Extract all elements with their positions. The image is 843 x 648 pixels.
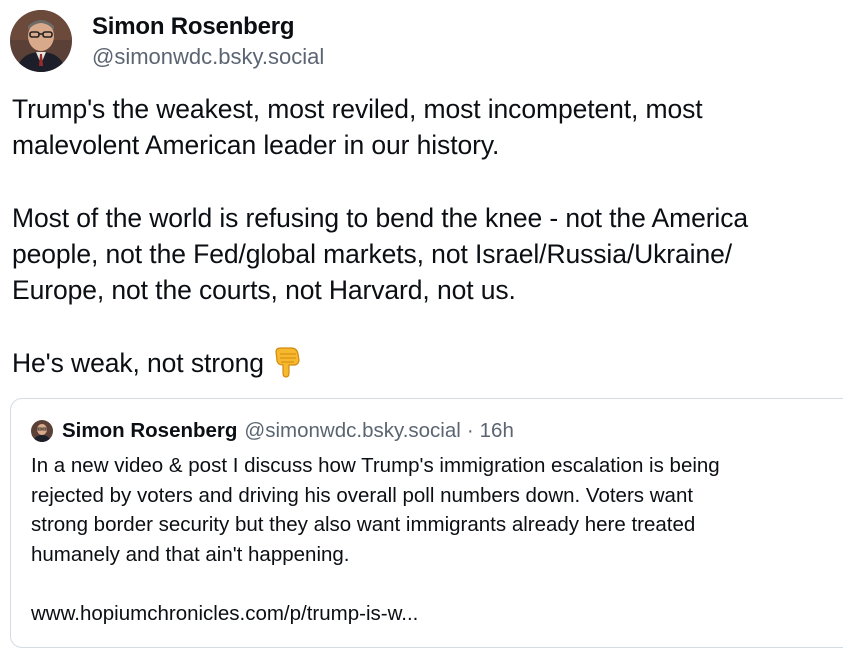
author-handle[interactable]: @simonwdc.bsky.social	[92, 43, 324, 71]
author-names: Simon Rosenberg @simonwdc.bsky.social	[92, 12, 324, 71]
post-header: Simon Rosenberg @simonwdc.bsky.social	[10, 10, 324, 72]
quoted-avatar[interactable]	[31, 420, 53, 442]
quoted-line: In a new video & post I discuss how Trum…	[31, 454, 720, 477]
post-line: malevolent American leader in our histor…	[12, 130, 500, 160]
post: Simon Rosenberg @simonwdc.bsky.social Tr…	[0, 0, 843, 648]
post-line: Most of the world is refusing to bend th…	[12, 203, 749, 233]
quoted-post[interactable]: Simon Rosenberg @simonwdc.bsky.social · …	[10, 398, 843, 648]
quoted-timestamp[interactable]: 16h	[480, 419, 514, 443]
quoted-line: rejected by voters and driving his overa…	[31, 483, 694, 507]
author-display-name[interactable]: Simon Rosenberg	[92, 12, 324, 42]
post-text: Trump's the weakest, most reviled, most …	[12, 91, 843, 387]
pointing-down-emoji-icon	[272, 346, 302, 387]
post-line: Trump's the weakest, most reviled, most …	[12, 94, 703, 124]
quoted-post-text: In a new video & post I discuss how Trum…	[31, 451, 843, 629]
post-line: people, not the Fed/global markets, not …	[12, 239, 732, 269]
quoted-display-name[interactable]: Simon Rosenberg	[62, 419, 237, 443]
quoted-handle[interactable]: @simonwdc.bsky.social	[244, 419, 460, 443]
quoted-line: strong border security but they also wan…	[31, 513, 696, 536]
post-line-last: He's weak, not strong	[12, 345, 843, 387]
avatar[interactable]	[10, 10, 72, 72]
quoted-link[interactable]: www.hopiumchronicles.com/p/trump-is-w...	[31, 599, 843, 629]
separator-dot: ·	[466, 419, 474, 442]
quoted-line: humanely and that ain't happening.	[31, 542, 350, 566]
post-line: Europe, not the courts, not Harvard, not…	[12, 275, 516, 305]
post-line-text: He's weak, not strong	[12, 348, 264, 378]
quoted-post-header: Simon Rosenberg @simonwdc.bsky.social · …	[31, 419, 514, 443]
